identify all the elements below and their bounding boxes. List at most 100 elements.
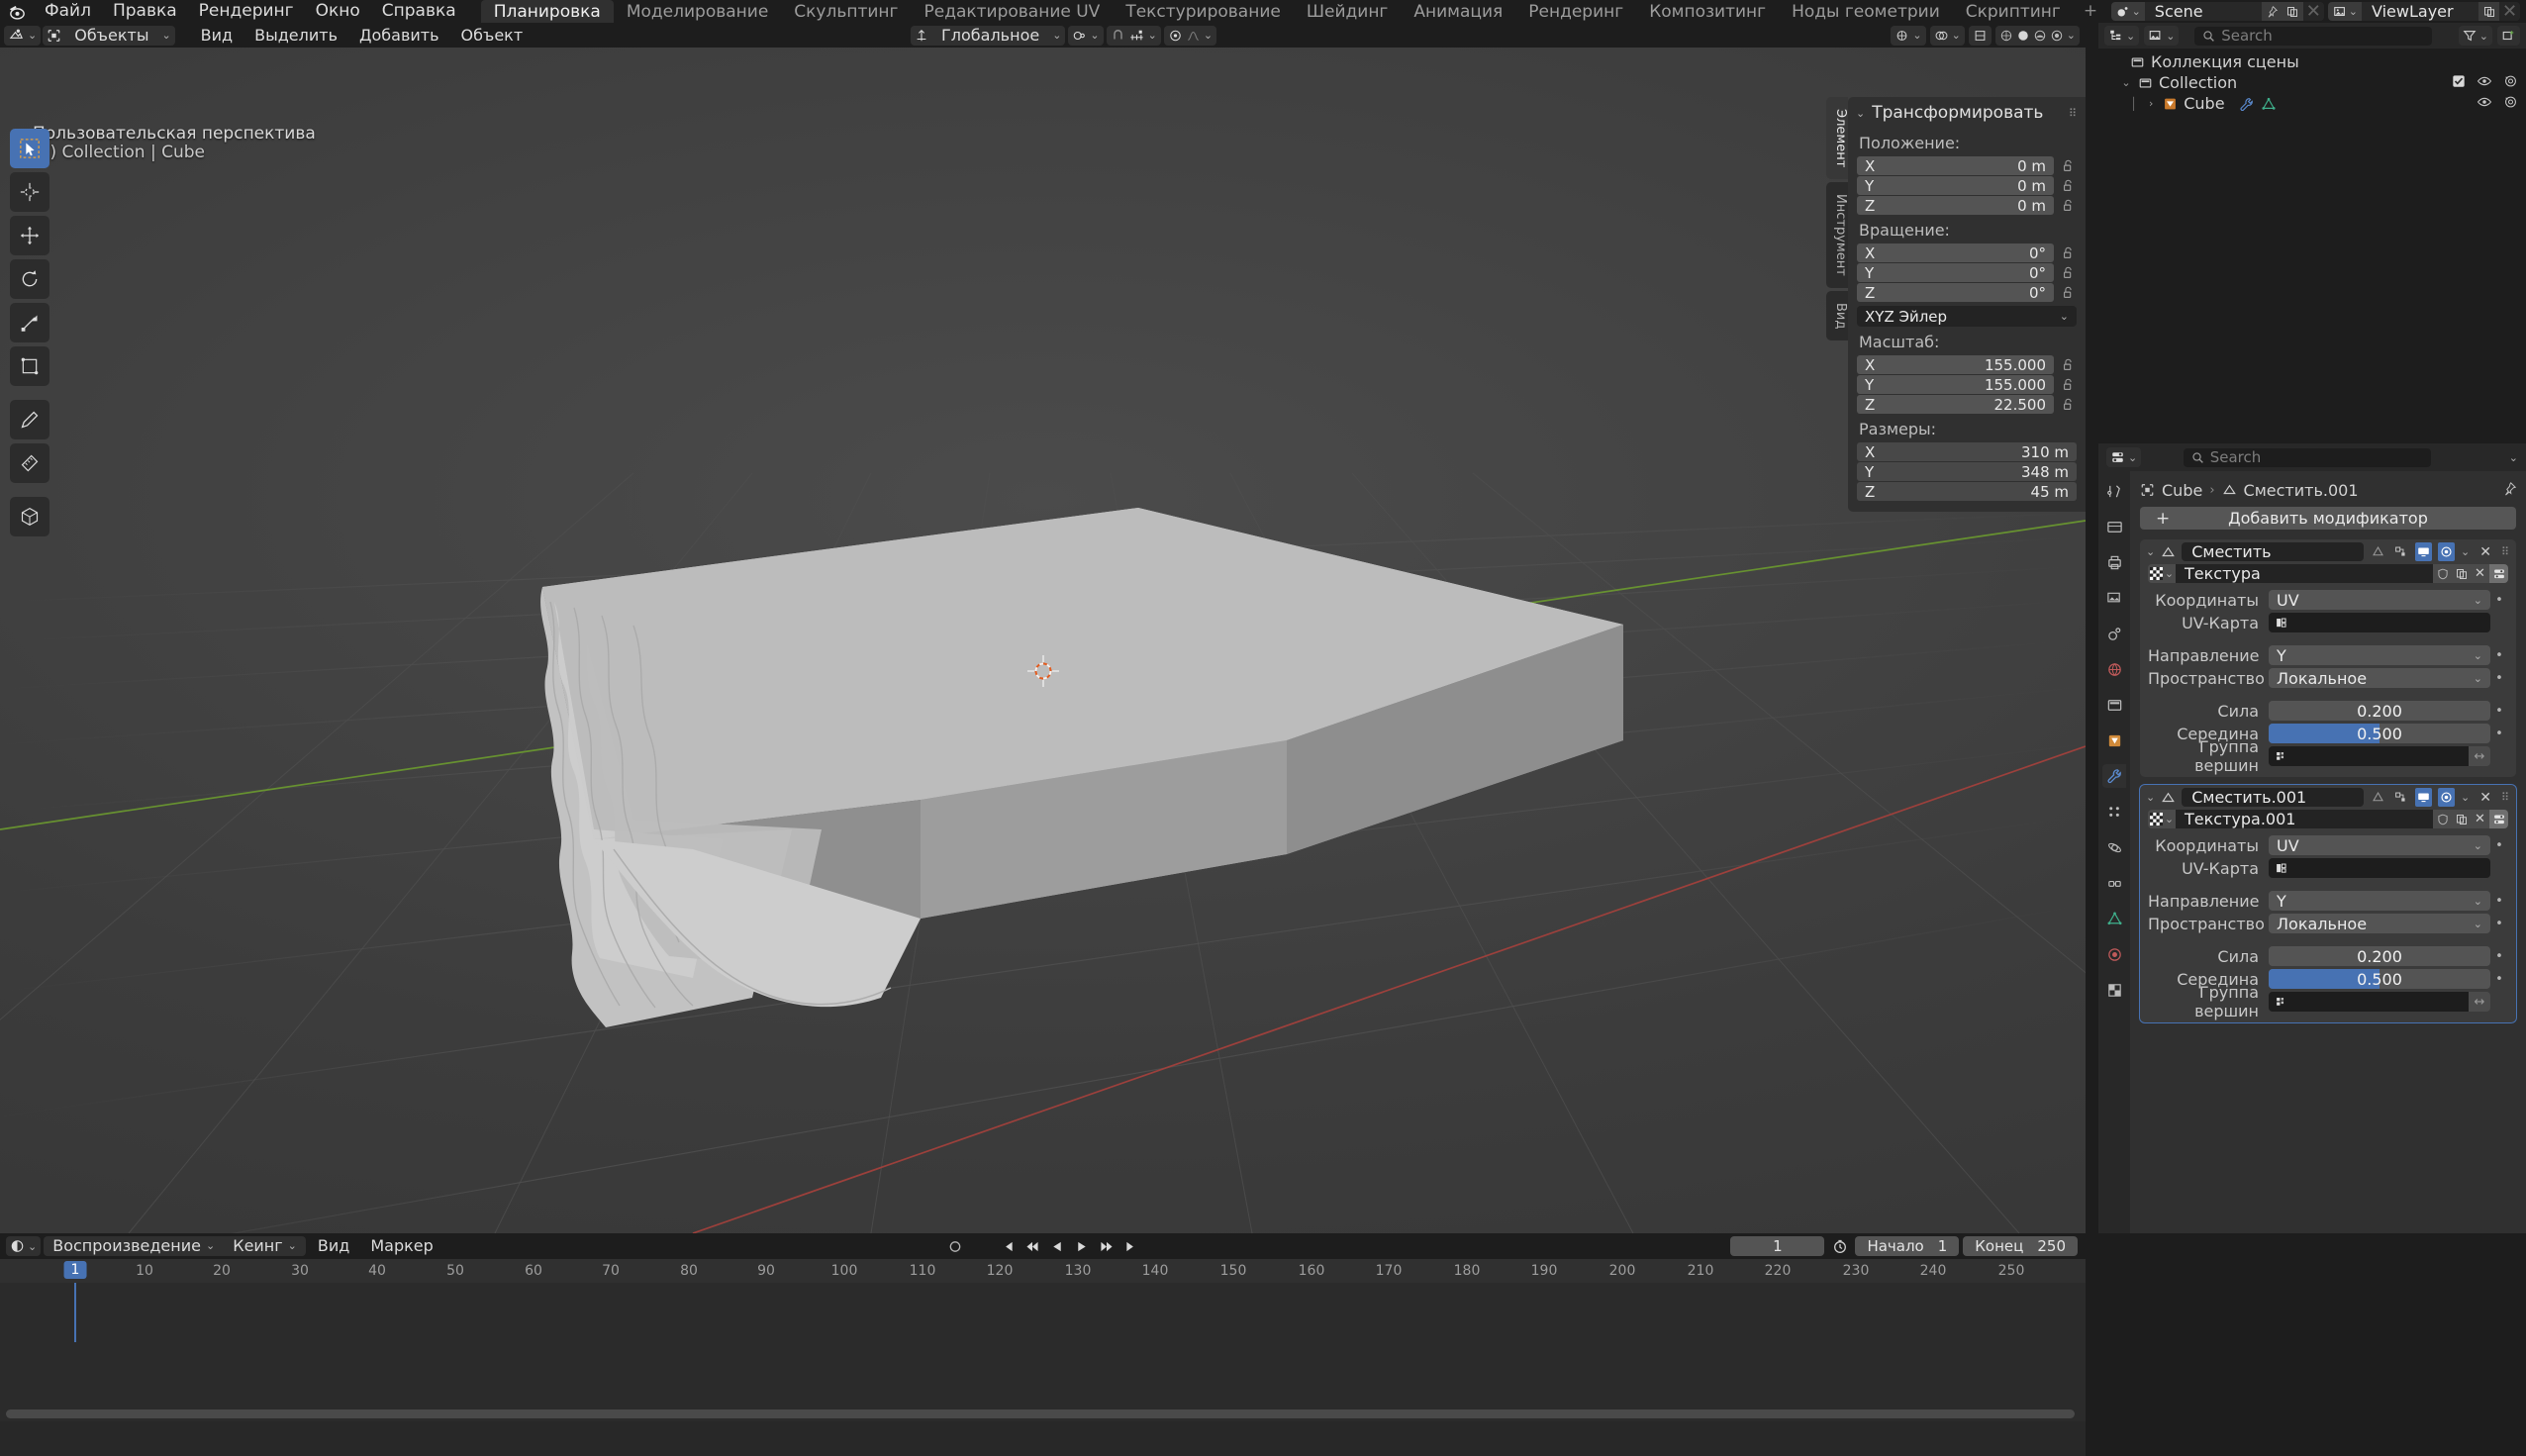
add-modifier-button[interactable]: + Добавить модификатор bbox=[2140, 507, 2516, 530]
animate-property-dot[interactable]: • bbox=[2490, 972, 2508, 987]
dimensions-z-value[interactable]: 45 m bbox=[2031, 483, 2069, 501]
chevron-down-icon[interactable]: ⌄ bbox=[2120, 76, 2132, 89]
playhead-label[interactable]: 1 bbox=[63, 1261, 87, 1279]
unlocked-padlock-icon[interactable] bbox=[2060, 264, 2077, 281]
measure-tool-icon[interactable] bbox=[10, 443, 49, 483]
workspace-tab-rendering[interactable]: Рендеринг bbox=[1515, 0, 1636, 23]
start-frame-value[interactable]: 1 bbox=[1938, 1237, 1948, 1255]
unlocked-padlock-icon[interactable] bbox=[2060, 197, 2077, 214]
scale-z-value[interactable]: 22.500 bbox=[1994, 396, 2047, 414]
drag-grip-icon[interactable]: ⠿ bbox=[2501, 545, 2510, 558]
workspace-tab-layout[interactable]: Планировка bbox=[480, 0, 614, 23]
outliner-search-input[interactable]: Search bbox=[2194, 26, 2433, 46]
properties-tab-texture[interactable] bbox=[2102, 978, 2126, 1002]
location-y-row[interactable]: Y 0 m bbox=[1857, 176, 2077, 195]
unlocked-padlock-icon[interactable] bbox=[2060, 157, 2077, 174]
proportional-edit-controls[interactable]: ⌄ bbox=[1163, 25, 1217, 46]
workspace-tab-compositing[interactable]: Композитинг bbox=[1636, 0, 1779, 23]
play-reverse-icon[interactable] bbox=[1045, 1236, 1068, 1256]
properties-tab-render[interactable] bbox=[2102, 515, 2126, 538]
unlink-texture-icon[interactable]: ✕ bbox=[2471, 810, 2489, 828]
field-row-coordinates[interactable]: Координаты UV ⌄ • bbox=[2148, 590, 2508, 610]
workspace-tab-shading[interactable]: Шейдинг bbox=[1294, 0, 1402, 23]
viewport-canvas[interactable]: Пользовательская перспектива (1) Collect… bbox=[0, 48, 2086, 1233]
close-icon[interactable]: ✕ bbox=[2476, 790, 2495, 806]
end-frame-field[interactable]: Конец 250 bbox=[1963, 1236, 2078, 1256]
tweak-select-tool-icon[interactable] bbox=[10, 129, 49, 168]
field-row-strength[interactable]: Сила 0.200 • bbox=[2148, 701, 2508, 721]
interaction-mode-selector[interactable]: Объекты ⌄ bbox=[43, 25, 175, 46]
fake-user-icon[interactable] bbox=[2433, 564, 2452, 583]
menu-window[interactable]: Окно bbox=[305, 0, 371, 23]
workspace-tab-sculpting[interactable]: Скульптинг bbox=[781, 0, 911, 23]
invert-vertex-group-icon[interactable]: ↔ bbox=[2469, 992, 2490, 1012]
texture-selector-row[interactable]: ⌄ Текстура.001 ✕ bbox=[2148, 810, 2508, 828]
menu-file[interactable]: Файл bbox=[34, 0, 102, 23]
add-cube-tool-icon[interactable] bbox=[10, 497, 49, 536]
outliner-row-cube[interactable]: │ › Cube bbox=[2098, 93, 2526, 114]
field-row-vertex-group[interactable]: Группа вершин ↔ bbox=[2148, 737, 2508, 775]
modifier-header[interactable]: ⌄ Сместить ⌄ ✕ ⠿ bbox=[2140, 539, 2516, 564]
edit-mode-icon[interactable] bbox=[2392, 788, 2409, 807]
scale-y-value[interactable]: 155.000 bbox=[1985, 376, 2046, 394]
location-z-value[interactable]: 0 m bbox=[2017, 197, 2046, 215]
scale-tool-icon[interactable] bbox=[10, 303, 49, 342]
sidebar-tab-tool[interactable]: Инструмент bbox=[1826, 182, 1848, 289]
properties-editor-type-selector[interactable]: ⌄ bbox=[2106, 447, 2142, 467]
close-icon[interactable]: ✕ bbox=[2302, 2, 2324, 21]
cube-object[interactable] bbox=[0, 48, 2086, 1233]
jump-prev-keyframe-icon[interactable] bbox=[1020, 1236, 1043, 1256]
rotation-y-value[interactable]: 0° bbox=[2029, 264, 2046, 282]
viewport-menu-object[interactable]: Объект bbox=[451, 26, 534, 46]
transform-panel-header[interactable]: ⌄ Трансформировать ⠿ bbox=[1848, 97, 2086, 128]
drag-grip-icon[interactable]: ⠿ bbox=[2501, 791, 2510, 804]
render-icon[interactable] bbox=[2437, 788, 2455, 807]
animate-property-dot[interactable]: • bbox=[2490, 593, 2508, 608]
camera-icon[interactable] bbox=[2503, 94, 2518, 113]
unlink-texture-icon[interactable]: ✕ bbox=[2471, 564, 2489, 583]
vertex-group-field[interactable] bbox=[2269, 746, 2469, 766]
shading-mode-buttons[interactable]: ⌄ bbox=[1994, 25, 2080, 46]
texture-name-field[interactable]: Текстура bbox=[2176, 564, 2433, 583]
viewport-menu-view[interactable]: Вид bbox=[191, 26, 243, 46]
vertex-group-field[interactable] bbox=[2269, 992, 2469, 1012]
animate-property-dot[interactable]: • bbox=[2490, 671, 2508, 686]
clock-icon[interactable] bbox=[1828, 1236, 1851, 1256]
fake-user-icon[interactable] bbox=[2433, 810, 2452, 828]
rotation-z-value[interactable]: 0° bbox=[2029, 284, 2046, 302]
scene-selector[interactable]: ⌄ Scene ✕ bbox=[2110, 2, 2324, 21]
outliner-row-collection[interactable]: ⌄ Collection bbox=[2098, 72, 2526, 93]
unlocked-padlock-icon[interactable] bbox=[2060, 244, 2077, 261]
end-frame-value[interactable]: 250 bbox=[2037, 1237, 2066, 1255]
scale-x-row[interactable]: X 155.000 bbox=[1857, 355, 2077, 374]
workspace-tab-scripting[interactable]: Скриптинг bbox=[1953, 0, 2074, 23]
viewport-3d[interactable]: ⌄ Объекты ⌄ Вид Выделить Добавить Объект… bbox=[0, 23, 2086, 1233]
jump-to-end-icon[interactable] bbox=[1119, 1236, 1142, 1256]
properties-tab-material[interactable] bbox=[2102, 942, 2126, 966]
coordinates-select[interactable]: UV ⌄ bbox=[2269, 835, 2490, 855]
animate-property-dot[interactable]: • bbox=[2490, 949, 2508, 964]
uv-map-field[interactable] bbox=[2269, 613, 2490, 632]
sidebar-tab-view[interactable]: Вид bbox=[1826, 291, 1848, 341]
midlevel-slider[interactable]: 0.500 bbox=[2269, 969, 2490, 989]
properties-tab-viewlayer[interactable] bbox=[2102, 586, 2126, 610]
pivot-point-selector[interactable]: ⌄ bbox=[1068, 25, 1104, 46]
outliner-filter-button[interactable]: ⌄ bbox=[2458, 26, 2492, 46]
properties-tab-world[interactable] bbox=[2102, 657, 2126, 681]
texture-name-field[interactable]: Текстура.001 bbox=[2176, 810, 2433, 828]
outliner-row-scene-collection[interactable]: Коллекция сцены bbox=[2098, 51, 2526, 72]
play-icon[interactable] bbox=[1070, 1236, 1093, 1256]
chevron-down-icon[interactable]: ⌄ bbox=[2146, 791, 2155, 804]
direction-select[interactable]: Y ⌄ bbox=[2269, 645, 2490, 665]
modifier-extras-icon[interactable]: ⌄ bbox=[2461, 791, 2470, 804]
location-z-row[interactable]: Z 0 m bbox=[1857, 196, 2077, 215]
chevron-down-icon[interactable]: ⌄ bbox=[2509, 451, 2518, 464]
properties-tab-constraints[interactable] bbox=[2102, 871, 2126, 895]
field-row-strength[interactable]: Сила 0.200 • bbox=[2148, 946, 2508, 966]
outliner-display-mode-selector[interactable]: ⌄ bbox=[2104, 26, 2140, 46]
field-row-space[interactable]: Пространство Локальное ⌄ • bbox=[2148, 668, 2508, 688]
invert-vertex-group-icon[interactable]: ↔ bbox=[2469, 746, 2490, 766]
field-row-coordinates[interactable]: Координаты UV ⌄ • bbox=[2148, 835, 2508, 855]
modifier-name-field[interactable]: Сместить bbox=[2182, 542, 2364, 561]
menu-help[interactable]: Справка bbox=[371, 0, 467, 23]
